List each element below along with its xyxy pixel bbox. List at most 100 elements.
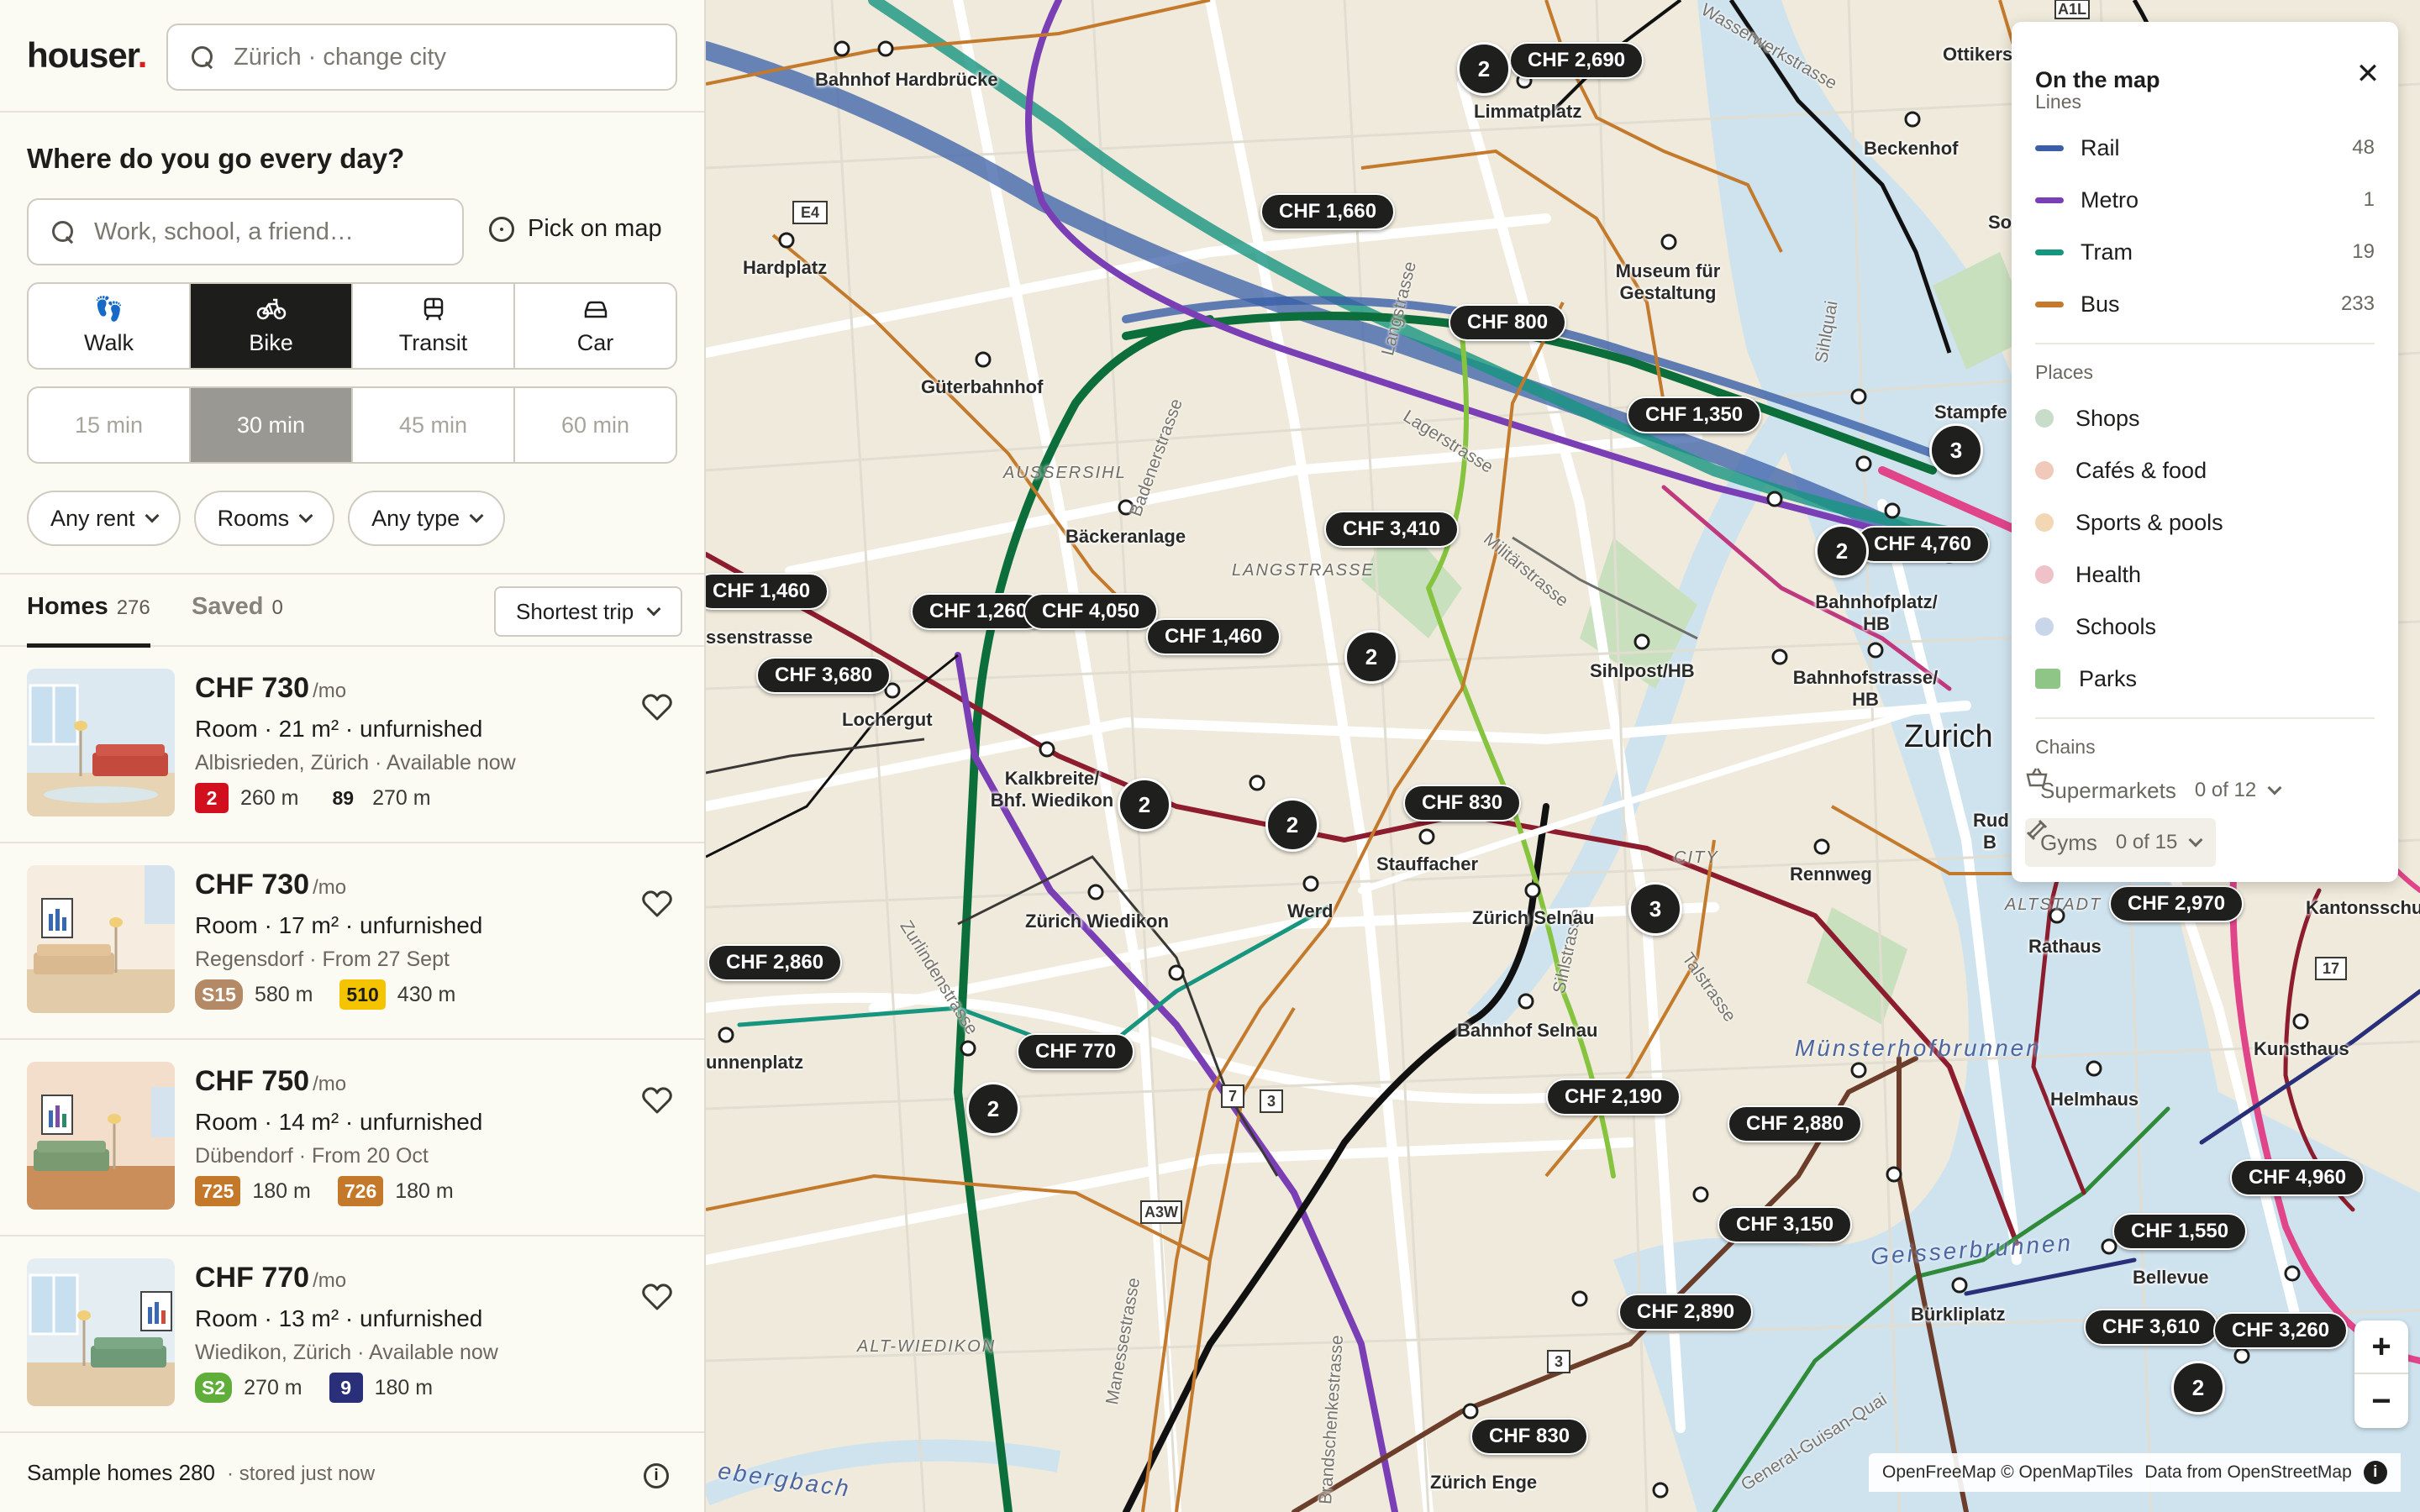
- station-label: Sihlpost/HB: [1590, 660, 1695, 681]
- attribution-ofm-link[interactable]: OpenFreeMap © OpenMapTiles: [1882, 1462, 2133, 1483]
- price-pin[interactable]: CHF 1,660: [1260, 193, 1396, 230]
- road-sign-3b: 3: [1267, 1093, 1276, 1110]
- close-icon[interactable]: ✕: [2353, 59, 2383, 89]
- price-pin[interactable]: CHF 1,460: [706, 573, 829, 610]
- legend-place-parks[interactable]: Parks: [2035, 662, 2375, 696]
- legend-place-sports[interactable]: Sports & pools: [2035, 506, 2375, 539]
- info-icon[interactable]: i: [644, 1463, 669, 1488]
- legend-place-health[interactable]: Health: [2035, 558, 2375, 591]
- houser-logo[interactable]: houser.: [27, 35, 147, 76]
- cluster-marker[interactable]: 3: [1628, 882, 1682, 936]
- price-pin[interactable]: CHF 830: [1470, 1418, 1589, 1455]
- legend-place-shops[interactable]: Shops: [2035, 402, 2375, 435]
- info-icon[interactable]: i: [2363, 1461, 2387, 1484]
- price-pin[interactable]: CHF 830: [1403, 785, 1522, 822]
- price-pin[interactable]: CHF 3,260: [2213, 1312, 2349, 1349]
- price-pin[interactable]: CHF 1,550: [2112, 1213, 2248, 1250]
- legend-place-schools[interactable]: Schools: [2035, 610, 2375, 643]
- cluster-marker[interactable]: 2: [2171, 1361, 2225, 1415]
- price-pin[interactable]: CHF 1,350: [1627, 396, 1762, 433]
- price-pin[interactable]: CHF 2,190: [1546, 1079, 1681, 1116]
- price-pin[interactable]: CHF 2,690: [1509, 42, 1644, 79]
- mode-bike[interactable]: Bike: [191, 284, 353, 368]
- heart-icon[interactable]: [640, 887, 674, 921]
- commute-question: Where do you go every day?: [27, 143, 405, 174]
- zoom-out-button[interactable]: −: [2354, 1374, 2408, 1428]
- price-pin[interactable]: CHF 2,890: [1618, 1294, 1754, 1331]
- pick-on-map-button[interactable]: Pick on map: [489, 215, 662, 243]
- cluster-marker[interactable]: 2: [1815, 524, 1869, 578]
- rooms-filter-dropdown[interactable]: Rooms: [193, 491, 335, 546]
- time-45-min[interactable]: 45 min: [353, 388, 515, 462]
- price-pin[interactable]: CHF 2,880: [1728, 1105, 1863, 1142]
- parks-swatch: [2035, 669, 2060, 689]
- legend-line-rail[interactable]: Rail 48: [2035, 131, 2375, 165]
- listing-location: Wiedikon, Zürich · Available now: [195, 1341, 498, 1364]
- station-label: Museum für Gestaltung: [1615, 260, 1721, 303]
- mode-transit[interactable]: Transit: [353, 284, 515, 368]
- mode-car[interactable]: Car: [515, 284, 676, 368]
- station-label: Kantonsschu: [2306, 897, 2420, 918]
- price-pin[interactable]: CHF 3,150: [1718, 1206, 1853, 1243]
- chain-supermarkets-dropdown[interactable]: Supermarkets 0 of 12: [2025, 766, 2295, 815]
- zoom-in-button[interactable]: +: [2354, 1320, 2408, 1374]
- line-badge: 510: [339, 979, 386, 1010]
- legend-line-tram[interactable]: Tram 19: [2035, 235, 2375, 269]
- station-label: Stauffacher: [1376, 853, 1479, 874]
- price-pin[interactable]: CHF 4,050: [1023, 593, 1159, 630]
- price-pin[interactable]: CHF 4,760: [1855, 526, 1991, 563]
- listing-card[interactable]: CHF 730/mo Room · 17 m² · unfurnished Re…: [0, 843, 704, 1040]
- sports-swatch: [2035, 513, 2054, 532]
- station-label: unnenplatz: [706, 1052, 804, 1073]
- legend-place-cafes[interactable]: Cafés & food: [2035, 454, 2375, 487]
- price-pin[interactable]: CHF 770: [1017, 1033, 1135, 1070]
- listing-card[interactable]: CHF 770/mo Room · 13 m² · unfurnished Wi…: [0, 1236, 704, 1433]
- time-15-min[interactable]: 15 min: [29, 388, 191, 462]
- city-search-input[interactable]: Zürich · change city: [166, 24, 677, 91]
- type-filter-dropdown[interactable]: Any type: [348, 491, 506, 546]
- cluster-marker[interactable]: 2: [966, 1082, 1020, 1136]
- heart-icon[interactable]: [640, 1084, 674, 1117]
- cafes-swatch: [2035, 461, 2054, 480]
- tab-saved[interactable]: Saved 0: [192, 593, 283, 621]
- attribution-osm-link[interactable]: OpenStreetMap: [2228, 1462, 2352, 1483]
- listing-transit-lines: S2 270 m 9 180 m: [195, 1373, 448, 1403]
- line-distance: 270 m: [372, 785, 431, 810]
- legend-line-bus[interactable]: Bus 233: [2035, 287, 2375, 321]
- map-view[interactable]: A1L A3W 3 7 3 E4 17 AUSSERSIHL LANGSTRAS…: [706, 0, 2420, 1512]
- line-distance: 580 m: [254, 982, 313, 1006]
- cluster-marker[interactable]: 2: [1457, 42, 1511, 96]
- destination-search-input[interactable]: Work, school, a friend…: [27, 198, 464, 265]
- listing-card[interactable]: CHF 750/mo Room · 14 m² · unfurnished Dü…: [0, 1040, 704, 1236]
- listing-description: Room · 14 m² · unfurnished: [195, 1109, 483, 1135]
- price-pin[interactable]: CHF 1,460: [1146, 618, 1281, 655]
- cluster-marker[interactable]: 2: [1265, 798, 1319, 852]
- station-label: Bahnhofplatz/ HB: [1815, 591, 1938, 634]
- listing-transit-lines: S15 580 m 510 430 m: [195, 979, 471, 1010]
- legend-line-metro[interactable]: Metro 1: [2035, 183, 2375, 217]
- time-60-min[interactable]: 60 min: [515, 388, 676, 462]
- cluster-marker[interactable]: 2: [1344, 630, 1398, 684]
- price-pin[interactable]: CHF 3,680: [756, 657, 892, 694]
- price-pin[interactable]: CHF 3,410: [1324, 511, 1460, 548]
- rent-filter-dropdown[interactable]: Any rent: [27, 491, 181, 546]
- time-30-min[interactable]: 30 min: [191, 388, 353, 462]
- listing-card[interactable]: CHF 730/mo Room · 21 m² · unfurnished Al…: [0, 647, 704, 843]
- district-label: ALTSTADT: [2005, 895, 2102, 914]
- chevron-down-icon: [298, 508, 313, 523]
- price-pin[interactable]: CHF 800: [1449, 304, 1567, 341]
- listing-photo: [27, 669, 175, 816]
- price-pin[interactable]: CHF 3,610: [2084, 1309, 2219, 1346]
- mode-walk[interactable]: 👣 Walk: [29, 284, 191, 368]
- heart-icon[interactable]: [640, 690, 674, 724]
- price-pin[interactable]: CHF 2,860: [708, 944, 843, 981]
- price-pin[interactable]: CHF 2,970: [2109, 885, 2244, 922]
- search-icon: [190, 45, 215, 70]
- sort-select[interactable]: Shortest trip: [494, 586, 682, 637]
- chain-gyms-dropdown[interactable]: Gyms 0 of 15: [2025, 818, 2217, 867]
- heart-icon[interactable]: [640, 1280, 674, 1314]
- cluster-marker[interactable]: 3: [1929, 423, 1983, 477]
- cluster-marker[interactable]: 2: [1118, 778, 1171, 832]
- price-pin[interactable]: CHF 4,960: [2230, 1159, 2365, 1196]
- tab-homes[interactable]: Homes 276: [27, 593, 150, 648]
